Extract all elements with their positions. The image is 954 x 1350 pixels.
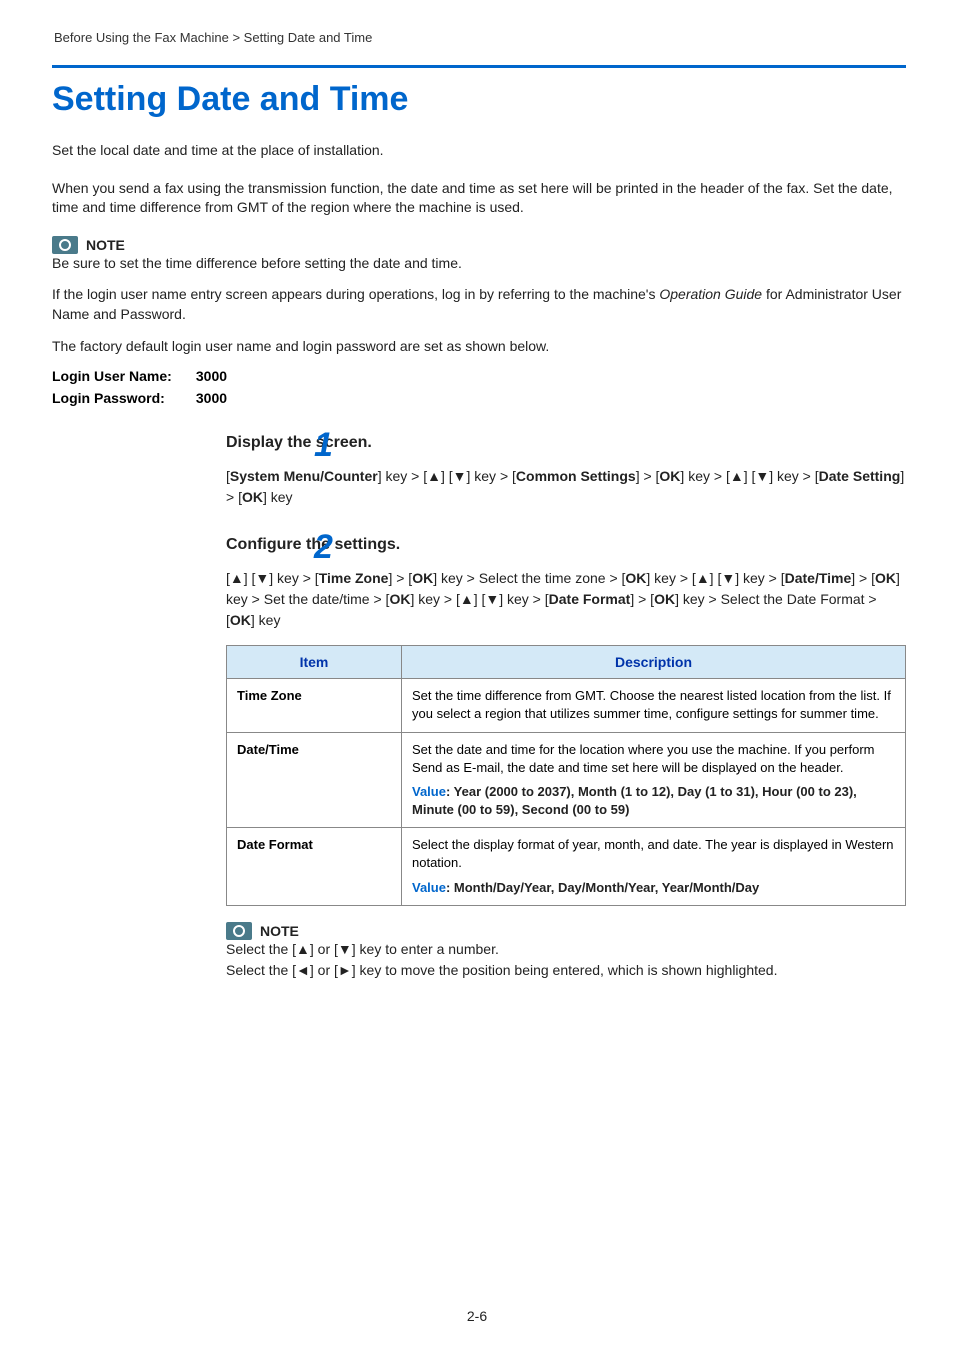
s2t7: Date/Time xyxy=(785,570,852,586)
timezone-item: Time Zone xyxy=(227,679,402,732)
timezone-desc: Set the time difference from GMT. Choose… xyxy=(402,679,906,732)
s2t0: [▲] [▼] key > [ xyxy=(226,570,319,586)
note-icon xyxy=(52,236,78,254)
s2t11: OK xyxy=(389,591,410,607)
step-2-block: 2 Configure the settings. [▲] [▼] key > … xyxy=(182,536,906,981)
settings-table: Item Description Time Zone Set the time … xyxy=(226,645,906,906)
s2t14: ] > [ xyxy=(630,591,654,607)
note-text-2a: If the login user name entry screen appe… xyxy=(52,286,659,302)
dateformat-value-text: : Month/Day/Year, Day/Month/Year, Year/M… xyxy=(446,880,759,895)
datetime-desc: Set the date and time for the location w… xyxy=(412,741,895,777)
login-password-label: Login Password: xyxy=(52,390,192,406)
note2-line2: Select the [◄] or [►] key to move the po… xyxy=(226,961,906,981)
s2t18: ] key xyxy=(251,612,281,628)
note-label: NOTE xyxy=(86,237,125,253)
s1t10: ] key xyxy=(263,489,293,505)
s2t6: ] key > [▲] [▼] key > [ xyxy=(646,570,784,586)
s1t4: ] > [ xyxy=(636,468,660,484)
s2t8: ] > [ xyxy=(851,570,875,586)
s1t2: ] key > [▲] [▼] key > [ xyxy=(378,468,516,484)
dateformat-value-label: Value xyxy=(412,880,446,895)
s2t13: Date Format xyxy=(549,591,631,607)
table-header-description: Description xyxy=(402,646,906,679)
s2t2: ] > [ xyxy=(388,570,412,586)
note-icon xyxy=(226,922,252,940)
datetime-item: Date/Time xyxy=(227,732,402,828)
s2t4: ] key > Select the time zone > [ xyxy=(433,570,625,586)
intro-paragraph-2: When you send a fax using the transmissi… xyxy=(52,179,906,218)
s2t5: OK xyxy=(625,570,646,586)
login-password-value: 3000 xyxy=(196,390,227,406)
datetime-value-label: Value xyxy=(412,784,446,799)
s1t3: Common Settings xyxy=(516,468,636,484)
s2t12: ] key > [▲] [▼] key > [ xyxy=(410,591,548,607)
note-text-line3: The factory default login user name and … xyxy=(52,337,906,357)
s1t9: OK xyxy=(242,489,263,505)
login-username-label: Login User Name: xyxy=(52,368,192,384)
step-2-title: Configure the settings. xyxy=(182,536,906,554)
breadcrumb: Before Using the Fax Machine > Setting D… xyxy=(52,30,906,45)
step-2-number: 2 xyxy=(314,528,333,567)
datetime-value-text: : Year (2000 to 2037), Month (1 to 12), … xyxy=(412,784,857,817)
operation-guide-ref: Operation Guide xyxy=(659,286,762,302)
dateformat-item: Date Format xyxy=(227,828,402,906)
login-username-value: 3000 xyxy=(196,368,227,384)
login-password-row: Login Password: 3000 xyxy=(52,390,906,406)
s1t6: ] key > [▲] [▼] key > [ xyxy=(680,468,818,484)
note-text-line2: If the login user name entry screen appe… xyxy=(52,285,906,324)
table-header-item: Item xyxy=(227,646,402,679)
note-text-line1: Be sure to set the time difference befor… xyxy=(52,254,906,274)
note2-header: NOTE xyxy=(226,922,906,940)
login-username-row: Login User Name: 3000 xyxy=(52,368,906,384)
table-row-timezone: Time Zone Set the time difference from G… xyxy=(227,679,906,732)
step-1-body: [System Menu/Counter] key > [▲] [▼] key … xyxy=(182,466,906,508)
step-1-title: Display the screen. xyxy=(182,434,906,452)
s2t15: OK xyxy=(654,591,675,607)
note2-label: NOTE xyxy=(260,923,299,939)
step-2-body: [▲] [▼] key > [Time Zone] > [OK] key > S… xyxy=(182,568,906,631)
datetime-desc-cell: Set the date and time for the location w… xyxy=(402,732,906,828)
dateformat-desc-cell: Select the display format of year, month… xyxy=(402,828,906,906)
title-divider xyxy=(52,65,906,68)
dateformat-desc: Select the display format of year, month… xyxy=(412,836,895,872)
s2t9: OK xyxy=(875,570,896,586)
page-title: Setting Date and Time xyxy=(52,80,906,119)
note-header: NOTE xyxy=(52,236,906,254)
s1t7: Date Setting xyxy=(819,468,901,484)
s2t3: OK xyxy=(412,570,433,586)
s1t1: System Menu/Counter xyxy=(230,468,378,484)
step-1-number: 1 xyxy=(314,426,333,465)
table-row-datetime: Date/Time Set the date and time for the … xyxy=(227,732,906,828)
note2-line1: Select the [▲] or [▼] key to enter a num… xyxy=(226,940,906,960)
s2t17: OK xyxy=(230,612,251,628)
s1t5: OK xyxy=(659,468,680,484)
step-1-block: 1 Display the screen. [System Menu/Count… xyxy=(182,434,906,508)
page-number: 2-6 xyxy=(0,1308,954,1324)
s2t1: Time Zone xyxy=(319,570,389,586)
table-row-dateformat: Date Format Select the display format of… xyxy=(227,828,906,906)
intro-paragraph-1: Set the local date and time at the place… xyxy=(52,141,906,161)
